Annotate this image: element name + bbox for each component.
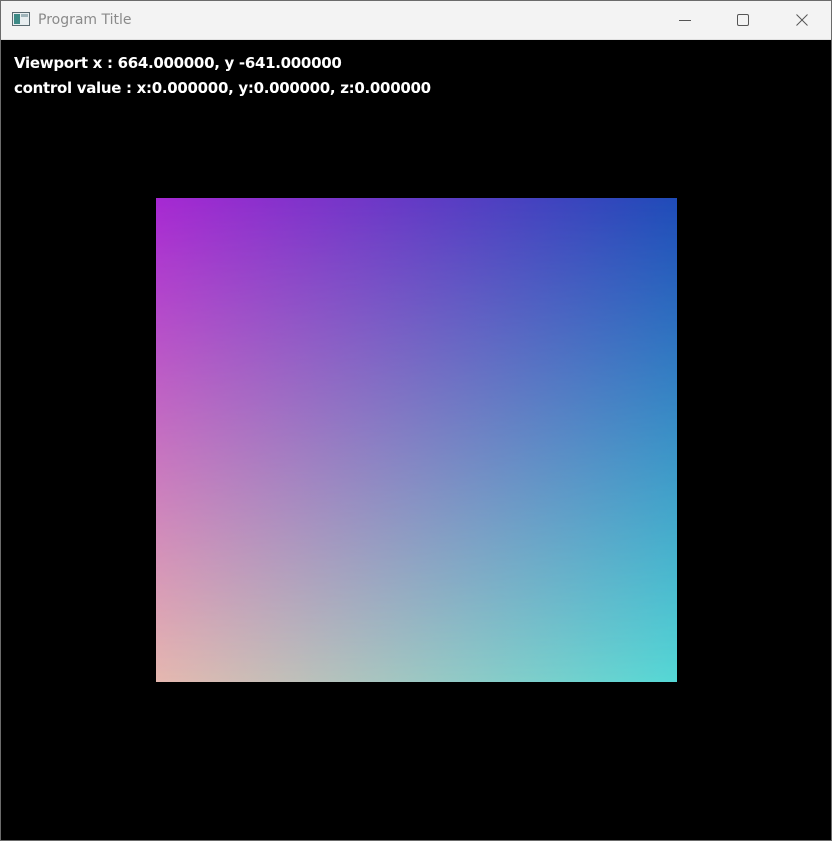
viewport-coordinates-text: Viewport x : 664.000000, y -641.000000	[14, 54, 342, 72]
minimize-icon	[679, 20, 691, 21]
window-title: Program Title	[38, 12, 132, 28]
app-window-icon	[12, 12, 30, 26]
close-icon	[796, 14, 808, 26]
gradient-quad	[156, 198, 677, 682]
maximize-button[interactable]	[714, 1, 772, 39]
render-viewport[interactable]: Viewport x : 664.000000, y -641.000000 c…	[1, 40, 831, 840]
title-bar[interactable]: Program Title	[1, 1, 831, 40]
gradient-quad-canvas	[156, 198, 677, 682]
maximize-icon	[737, 14, 749, 26]
control-value-text: control value : x:0.000000, y:0.000000, …	[14, 79, 431, 97]
close-button[interactable]	[773, 1, 831, 39]
minimize-button[interactable]	[656, 1, 714, 39]
app-window: Program Title Viewport x : 664.000000, y…	[0, 0, 832, 841]
